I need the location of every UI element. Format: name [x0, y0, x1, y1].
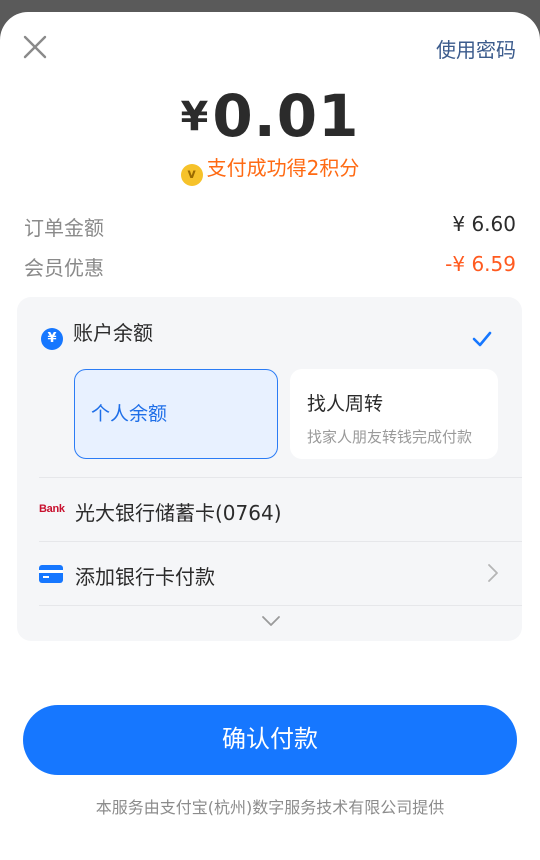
account-balance-label: 账户余额 — [73, 321, 153, 345]
service-provider-note: 本服务由支付宝(杭州)数字服务技术有限公司提供 — [95, 798, 445, 817]
use-password-link[interactable]: 使用密码 — [436, 34, 516, 63]
member-discount-label: 会员优惠 — [24, 256, 104, 280]
member-discount-row: 会员优惠 -¥ 6.59 — [24, 252, 516, 281]
divider — [39, 541, 522, 542]
payment-sheet: 使用密码 ¥0.01 v 支付成功得2积分 订单金额 ¥ 6.60 会员优惠 -¥… — [0, 12, 540, 860]
order-amount-value: ¥ 6.60 — [452, 212, 516, 236]
currency-symbol: ¥ — [180, 94, 209, 140]
personal-balance-option[interactable]: 个人余额 — [74, 369, 278, 459]
chevron-down-icon[interactable] — [261, 615, 281, 627]
confirm-payment-button[interactable]: 确认付款 — [23, 705, 517, 775]
bank-card-label: 光大银行储蓄卡(0764) — [75, 501, 282, 525]
payment-methods-card: ¥ 账户余额 个人余额 找人周转 找家人朋友转钱完成付款 Bank 光大银行储蓄卡… — [17, 297, 522, 641]
order-amount-label: 订单金额 — [24, 216, 104, 240]
payment-amount: ¥0.01 — [0, 82, 540, 150]
member-discount-value: -¥ 6.59 — [445, 252, 516, 276]
add-bank-card-label: 添加银行卡付款 — [75, 565, 215, 589]
credit-card-icon — [39, 565, 63, 583]
coin-icon: v — [180, 164, 203, 186]
account-balance-option[interactable]: ¥ 账户余额 — [41, 317, 153, 350]
points-reward: v 支付成功得2积分 — [0, 152, 540, 186]
chevron-right-icon — [488, 564, 498, 582]
borrow-from-friend-subtitle: 找家人朋友转钱完成付款 — [307, 428, 473, 446]
close-icon[interactable] — [22, 34, 48, 60]
amount-value: 0.01 — [212, 82, 360, 150]
borrow-from-friend-option[interactable]: 找人周转 找家人朋友转钱完成付款 — [290, 369, 498, 459]
checkmark-icon — [472, 331, 492, 347]
bank-logo-icon: Bank — [39, 503, 65, 515]
order-amount-row: 订单金额 ¥ 6.60 — [24, 212, 516, 241]
yen-icon: ¥ — [41, 328, 63, 350]
divider — [39, 477, 522, 478]
points-text: 支付成功得2积分 — [206, 156, 360, 180]
borrow-from-friend-title: 找人周转 — [307, 393, 384, 415]
divider — [39, 605, 522, 606]
bank-card-option[interactable]: Bank 光大银行储蓄卡(0764) — [39, 483, 499, 539]
add-bank-card-row[interactable]: 添加银行卡付款 — [39, 547, 499, 601]
